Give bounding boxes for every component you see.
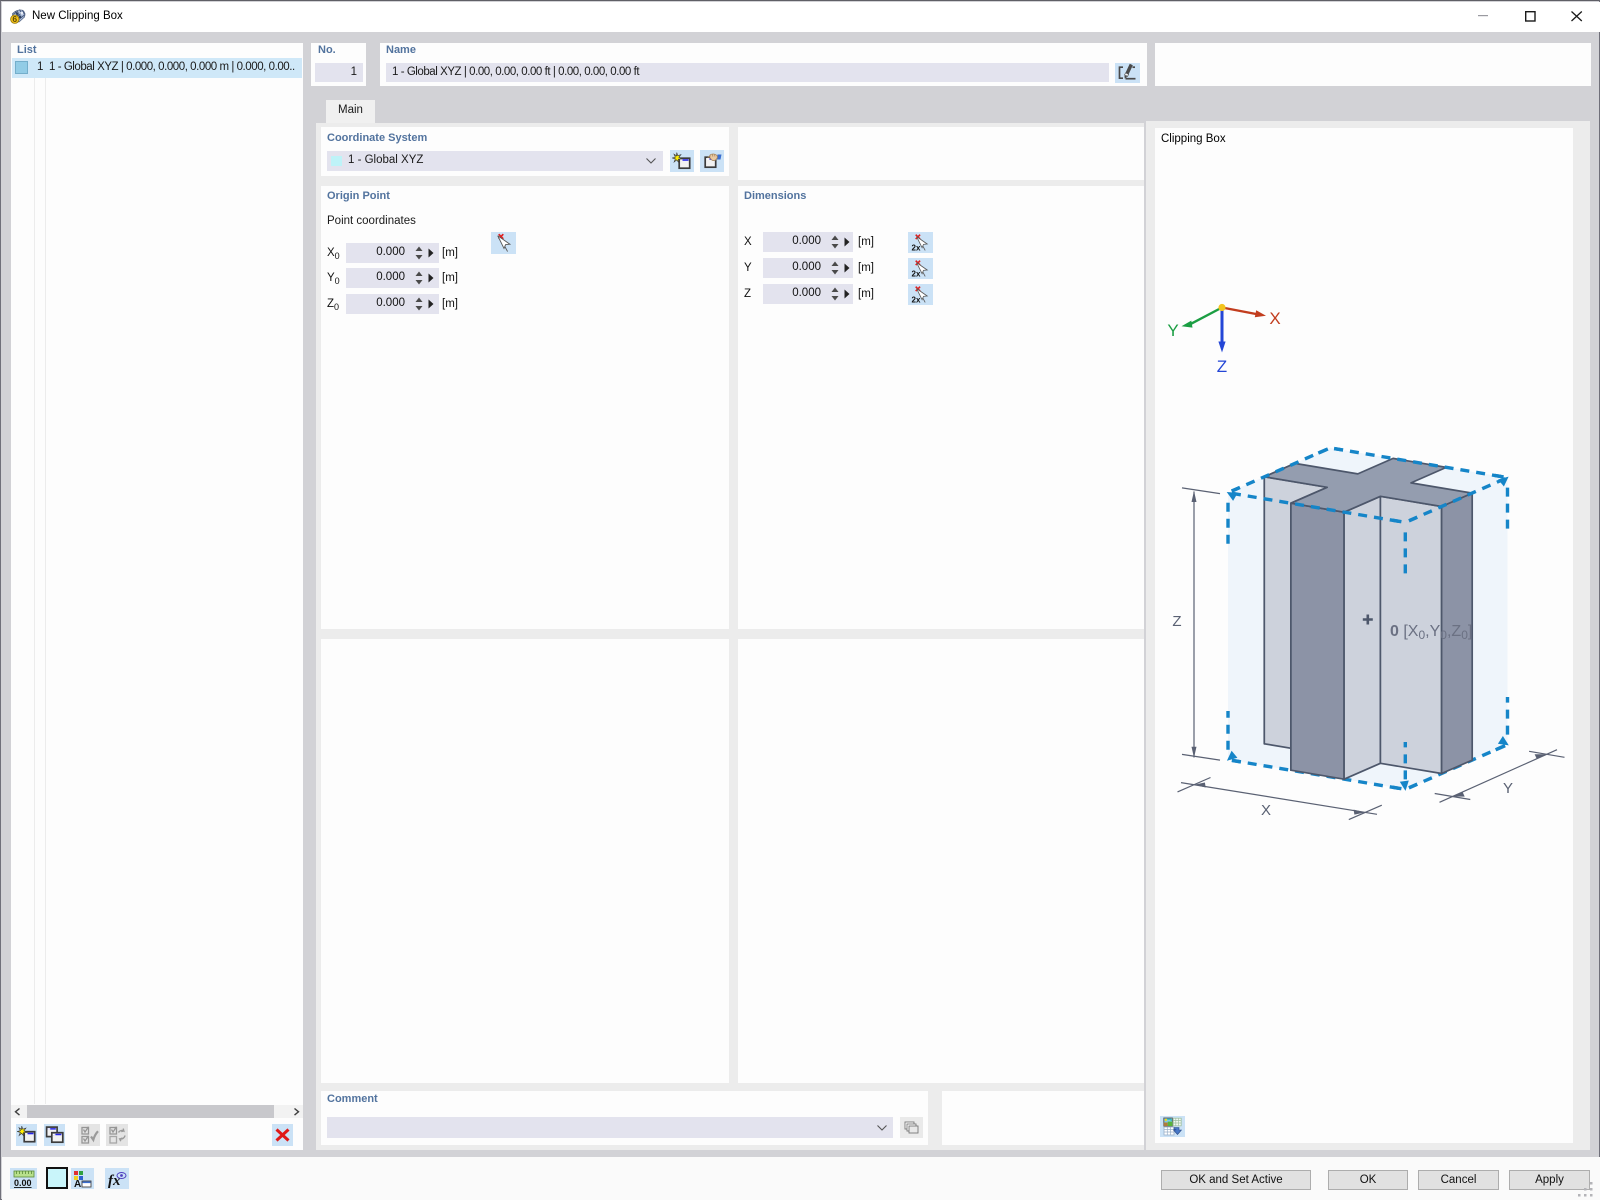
svg-text:0 [X0,Y0,Z0]: 0 [X0,Y0,Z0]	[1390, 623, 1472, 642]
svg-text:Y: Y	[1167, 321, 1178, 340]
svg-text:2x: 2x	[912, 244, 921, 253]
svg-text:X: X	[1261, 802, 1271, 819]
svg-text:Y: Y	[1503, 780, 1513, 797]
svg-text:A: A	[74, 1179, 81, 1188]
svg-text:Z: Z	[1217, 357, 1227, 376]
svg-text:fx: fx	[108, 1173, 121, 1189]
svg-text:X: X	[1269, 309, 1280, 328]
svg-text:2x: 2x	[912, 270, 921, 279]
svg-text:2x: 2x	[912, 296, 921, 305]
svg-text:6: 6	[12, 14, 17, 24]
svg-text:0.00: 0.00	[14, 1178, 32, 1188]
svg-text:Z: Z	[1172, 613, 1181, 630]
